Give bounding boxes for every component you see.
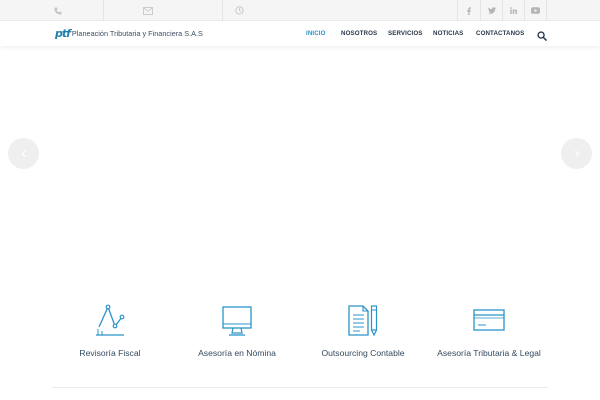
youtube-icon[interactable] xyxy=(525,0,546,21)
service-asesoria-tributaria-legal[interactable]: Asesoría Tributaria & Legal xyxy=(414,304,564,358)
hero-slider xyxy=(0,46,600,286)
chevron-left-icon xyxy=(21,149,26,158)
line-chart-icon xyxy=(96,304,125,336)
credit-card-icon xyxy=(473,309,505,331)
top-info-bar xyxy=(0,0,600,21)
nav-item-contactanos[interactable]: CONTACTANOS xyxy=(476,30,524,37)
twitter-icon[interactable] xyxy=(481,0,502,21)
facebook-icon[interactable] xyxy=(458,0,480,21)
service-label: Asesoría Tributaria & Legal xyxy=(437,348,541,358)
clock-icon[interactable] xyxy=(233,0,245,21)
monitor-icon xyxy=(222,306,252,336)
slider-prev-button[interactable] xyxy=(8,138,39,169)
search-icon[interactable] xyxy=(537,28,547,41)
site-header: ptf Planeación Tributaria y Financiera S… xyxy=(0,21,600,46)
topbar-divider xyxy=(546,0,547,21)
nav-item-noticias[interactable]: NOTICIAS xyxy=(433,30,463,37)
chevron-right-icon xyxy=(574,149,579,158)
section-divider xyxy=(52,387,548,388)
nav-item-nosotros[interactable]: NOSOTROS xyxy=(341,30,377,37)
slider-next-button[interactable] xyxy=(561,138,592,169)
document-pen-icon xyxy=(348,305,378,336)
main-nav: INICIO NOSOTROS SERVICIOS NOTICIAS CONTA… xyxy=(0,21,600,46)
linkedin-icon[interactable] xyxy=(503,0,524,21)
topbar-divider xyxy=(222,0,223,21)
envelope-icon[interactable] xyxy=(142,0,154,21)
topbar-divider xyxy=(103,0,104,21)
nav-item-inicio[interactable]: INICIO xyxy=(306,30,326,37)
phone-icon[interactable] xyxy=(52,0,64,21)
nav-item-servicios[interactable]: SERVICIOS xyxy=(388,30,422,37)
